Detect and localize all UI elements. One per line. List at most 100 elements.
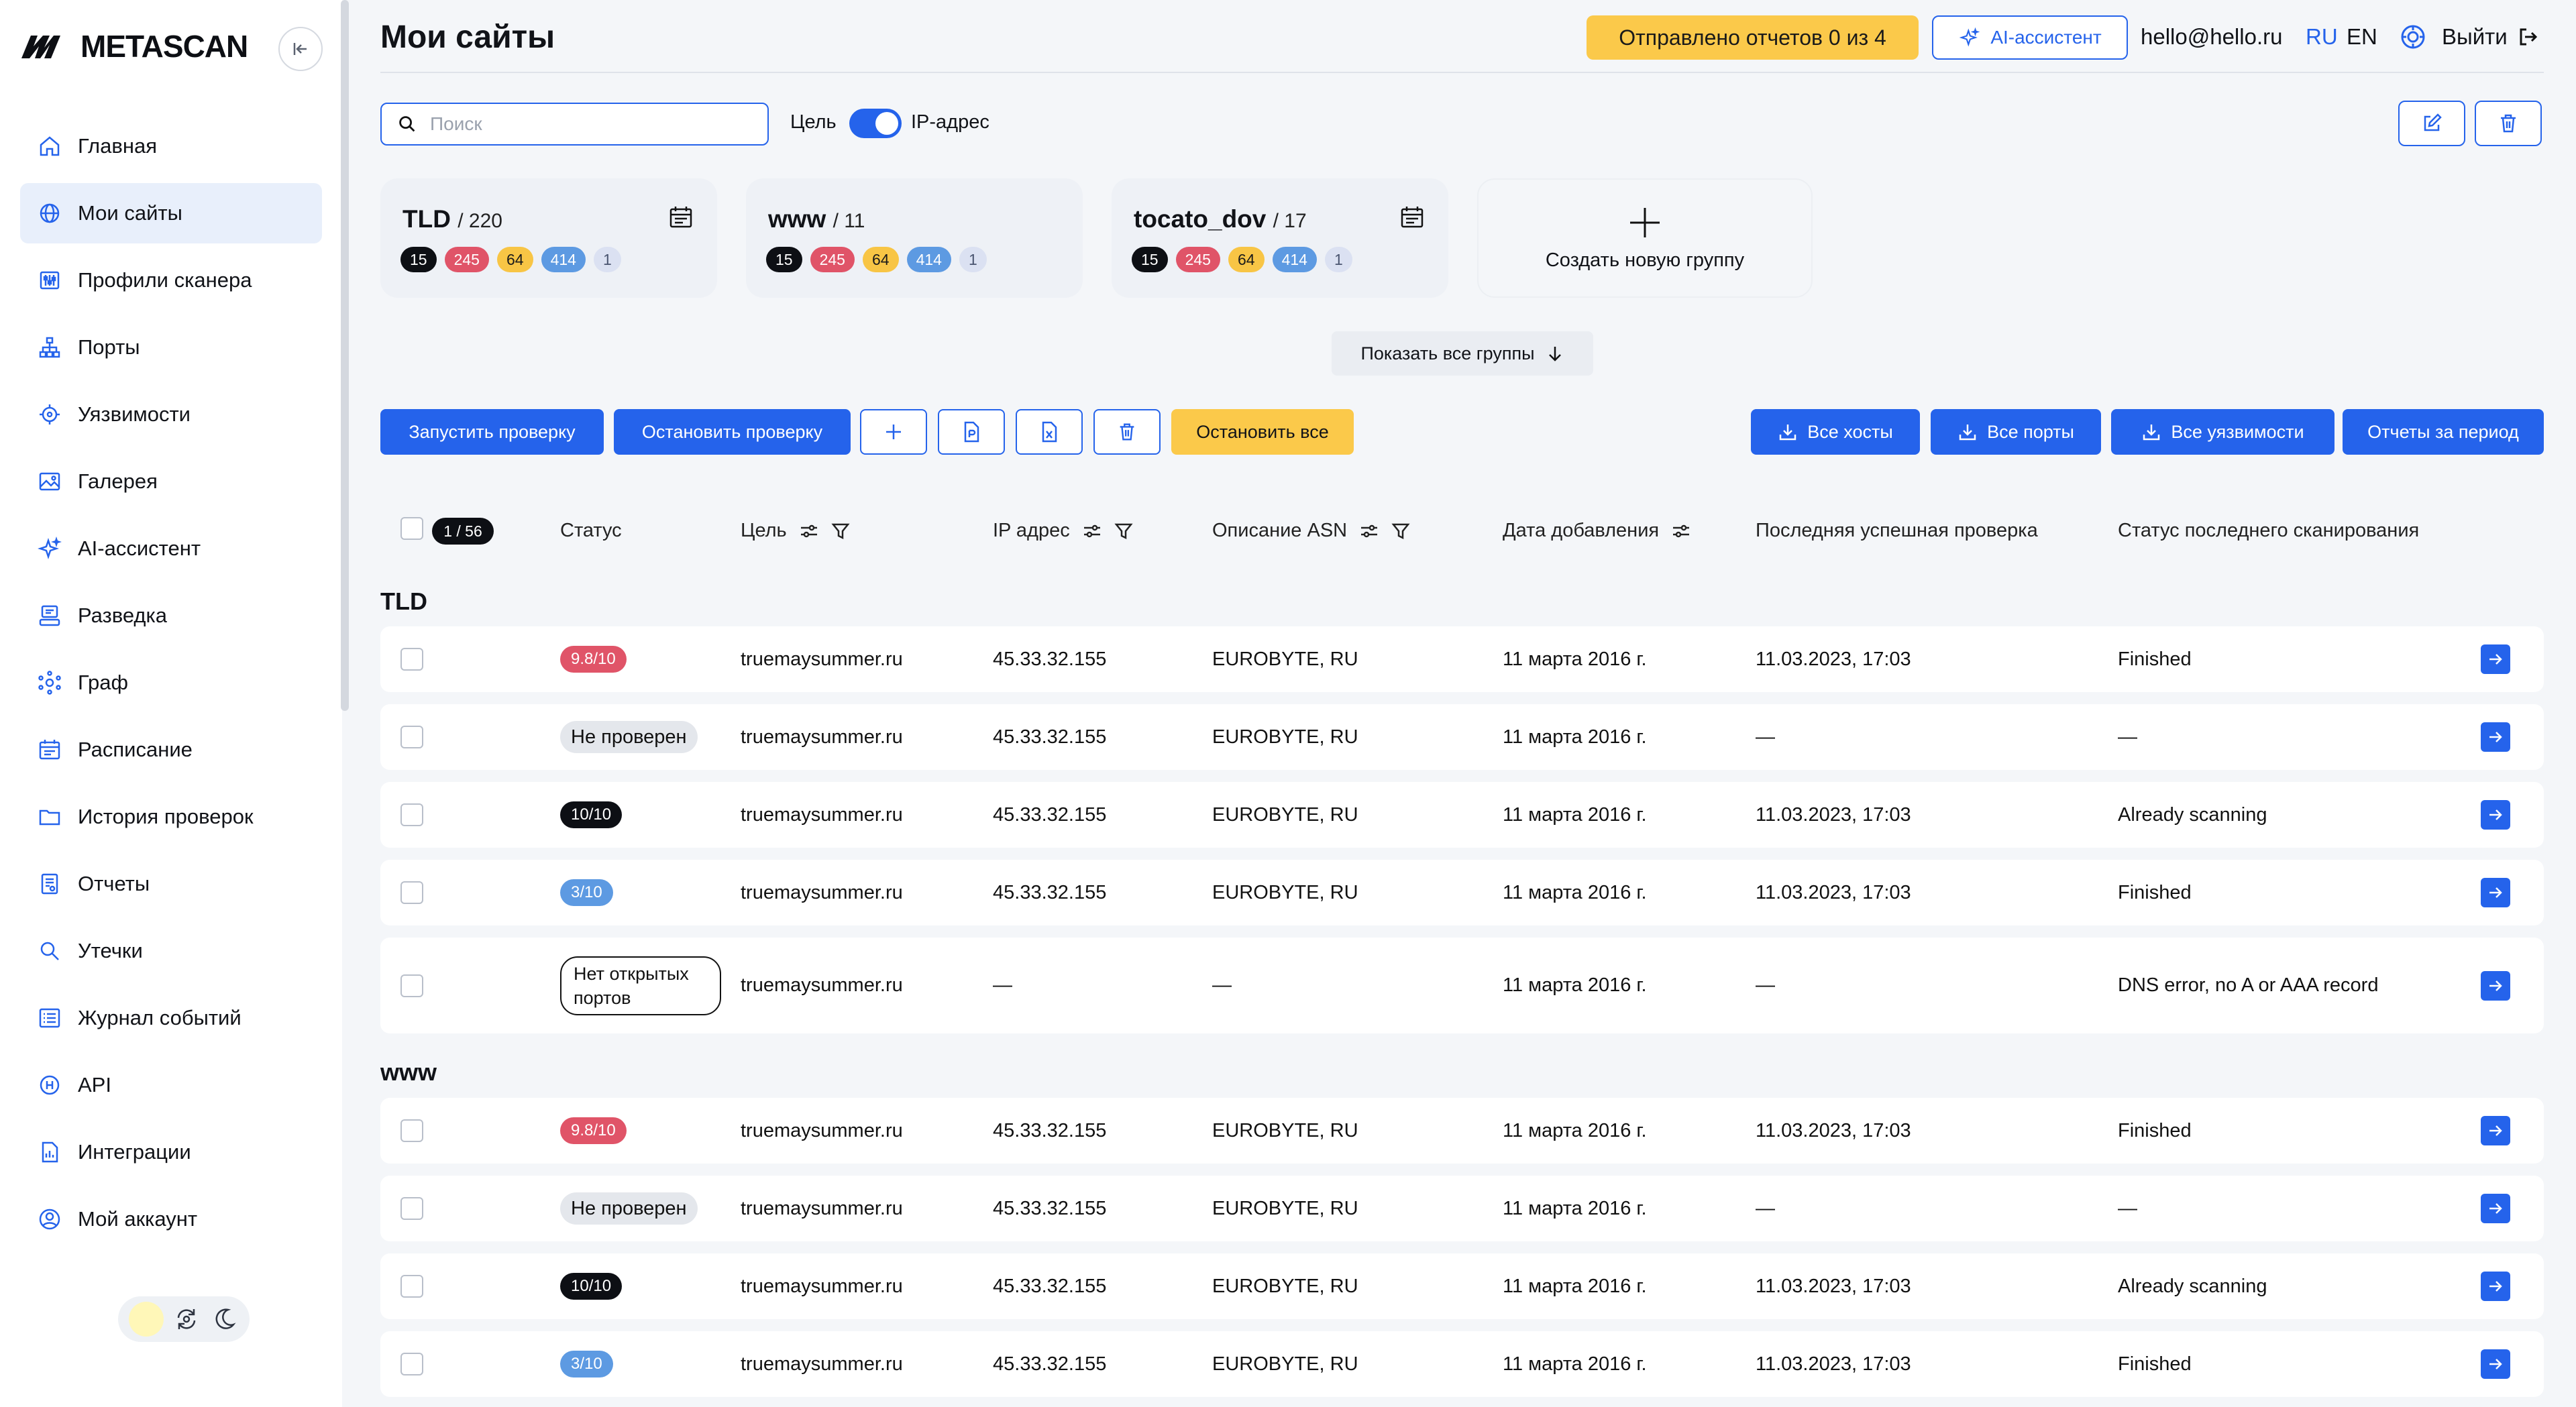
target-cell[interactable]: truemaysummer.ru — [741, 1331, 903, 1397]
lang-en-link[interactable]: EN — [2347, 24, 2377, 50]
collapse-sidebar-button[interactable] — [278, 27, 323, 71]
row-checkbox[interactable] — [400, 803, 423, 826]
sort-icon[interactable] — [1082, 522, 1102, 540]
column-header-asn[interactable]: Описание ASN — [1212, 520, 1410, 542]
sidebar-item-graph[interactable]: Граф — [20, 653, 322, 713]
period-reports-button[interactable]: Отчеты за период — [2343, 409, 2544, 455]
delete-selected-button[interactable] — [1093, 409, 1161, 455]
open-details-button[interactable] — [2481, 722, 2510, 752]
sidebar-item-scanner-profiles[interactable]: Профили сканера — [20, 250, 322, 311]
sidebar-item-ports[interactable]: Порты — [20, 317, 322, 378]
create-group-card[interactable]: Создать новую группу — [1477, 178, 1813, 298]
auto-theme-icon[interactable] — [172, 1304, 201, 1334]
theme-switch[interactable] — [118, 1296, 250, 1342]
sidebar-item-scan-history[interactable]: История проверок — [20, 787, 322, 847]
filter-icon[interactable] — [831, 522, 850, 541]
settings-icon[interactable] — [2399, 23, 2427, 51]
all-hosts-button[interactable]: Все хосты — [1751, 409, 1920, 455]
sidebar-item-home[interactable]: Главная — [20, 116, 322, 176]
sidebar-scrollbar[interactable] — [341, 0, 349, 711]
open-details-button[interactable] — [2481, 1272, 2510, 1301]
add-button[interactable] — [860, 409, 927, 455]
logo[interactable]: METASCAN — [20, 29, 248, 64]
table-row[interactable]: 10/10 truemaysummer.ru 45.33.32.155 EUROBYT… — [380, 782, 2544, 848]
filter-icon[interactable] — [1391, 522, 1410, 541]
row-checkbox[interactable] — [400, 974, 423, 997]
column-header-last-success[interactable]: Последняя успешная проверка — [1756, 520, 2038, 542]
all-vulns-button[interactable]: Все уязвимости — [2111, 409, 2334, 455]
open-details-button[interactable] — [2481, 878, 2510, 907]
sort-icon[interactable] — [1359, 522, 1379, 540]
sidebar-item-api[interactable]: API — [20, 1055, 322, 1115]
open-details-button[interactable] — [2481, 644, 2510, 674]
table-row[interactable]: 9.8/10 truemaysummer.ru 45.33.32.155 EUROBY… — [380, 1098, 2544, 1164]
open-details-button[interactable] — [2481, 1194, 2510, 1223]
show-all-groups-button[interactable]: Показать все группы — [1332, 331, 1593, 376]
target-cell[interactable]: truemaysummer.ru — [741, 782, 903, 848]
row-checkbox[interactable] — [400, 1197, 423, 1220]
target-cell[interactable]: truemaysummer.ru — [741, 1176, 903, 1241]
delete-button[interactable] — [2475, 101, 2542, 146]
search-input[interactable] — [429, 113, 751, 135]
ai-assistant-button[interactable]: AI-ассистент — [1932, 15, 2128, 60]
row-checkbox[interactable] — [400, 1119, 423, 1142]
logout-link[interactable]: Выйти — [2442, 24, 2538, 50]
sun-icon[interactable] — [129, 1302, 164, 1337]
all-ports-button[interactable]: Все порты — [1931, 409, 2101, 455]
column-header-ip[interactable]: IP адрес — [993, 520, 1133, 542]
table-row[interactable]: Нет открытых портов truemaysummer.ru — — 11 … — [380, 938, 2544, 1033]
open-details-button[interactable] — [2481, 970, 2510, 1001]
column-header-date-added[interactable]: Дата добавления — [1503, 520, 1691, 542]
sidebar-item-event-log[interactable]: Журнал событий — [20, 988, 322, 1048]
target-cell[interactable]: truemaysummer.ru — [741, 626, 903, 692]
moon-icon[interactable] — [209, 1304, 239, 1334]
sidebar-item-my-sites[interactable]: Мои сайты — [20, 183, 322, 243]
target-ip-toggle[interactable] — [849, 109, 902, 138]
target-cell[interactable]: truemaysummer.ru — [741, 1253, 903, 1319]
export-excel-button[interactable] — [1016, 409, 1083, 455]
edit-button[interactable] — [2398, 101, 2465, 146]
sort-icon[interactable] — [1671, 522, 1691, 540]
table-row[interactable]: 10/10 truemaysummer.ru 45.33.32.155 EUROBYT… — [380, 1253, 2544, 1319]
group-card-www[interactable]: www / 11 15 245 64 414 1 — [746, 178, 1083, 298]
filter-icon[interactable] — [1114, 522, 1133, 541]
table-row[interactable]: 9.8/10 truemaysummer.ru 45.33.32.155 EUROBY… — [380, 626, 2544, 692]
row-checkbox[interactable] — [400, 1275, 423, 1298]
sidebar-item-vulnerabilities[interactable]: Уязвимости — [20, 384, 322, 445]
start-scan-button[interactable]: Запустить проверку — [380, 409, 604, 455]
row-checkbox[interactable] — [400, 1353, 423, 1375]
sidebar-item-integrations[interactable]: Интеграции — [20, 1122, 322, 1182]
sidebar-item-my-account[interactable]: Мой аккаунт — [20, 1189, 322, 1249]
calendar-icon[interactable] — [667, 204, 694, 231]
sidebar-item-gallery[interactable]: Галерея — [20, 451, 322, 512]
row-checkbox[interactable] — [400, 881, 423, 904]
open-details-button[interactable] — [2481, 800, 2510, 830]
sort-icon[interactable] — [799, 522, 819, 540]
column-header-scan-status[interactable]: Статус последнего сканирования — [2118, 520, 2419, 542]
calendar-icon[interactable] — [1399, 204, 1426, 231]
table-row[interactable]: 3/10 truemaysummer.ru 45.33.32.155 EUROBYTE… — [380, 1331, 2544, 1397]
group-card-tld[interactable]: TLD / 220 15 245 64 414 1 — [380, 178, 717, 298]
sidebar-item-ai-assistant[interactable]: AI-ассистент — [20, 518, 322, 579]
open-details-button[interactable] — [2481, 1349, 2510, 1379]
target-cell[interactable]: truemaysummer.ru — [741, 938, 903, 1033]
table-row[interactable]: 3/10 truemaysummer.ru 45.33.32.155 EUROBYTE… — [380, 860, 2544, 925]
row-checkbox[interactable] — [400, 648, 423, 671]
target-cell[interactable]: truemaysummer.ru — [741, 1098, 903, 1164]
sidebar-item-recon[interactable]: Разведка — [20, 585, 322, 646]
table-row[interactable]: Не проверен truemaysummer.ru 45.33.32.155 E… — [380, 704, 2544, 770]
select-all-checkbox[interactable] — [400, 517, 423, 540]
stop-all-button[interactable]: Остановить все — [1171, 409, 1354, 455]
sidebar-item-schedule[interactable]: Расписание — [20, 720, 322, 780]
open-details-button[interactable] — [2481, 1116, 2510, 1145]
target-cell[interactable]: truemaysummer.ru — [741, 860, 903, 925]
sidebar-item-reports[interactable]: Отчеты — [20, 854, 322, 914]
lang-ru-link[interactable]: RU — [2306, 24, 2338, 50]
group-card-tocato-dov[interactable]: tocato_dov / 17 15 245 64 414 1 — [1112, 178, 1448, 298]
search-box[interactable] — [380, 103, 769, 146]
sidebar-item-leaks[interactable]: Утечки — [20, 921, 322, 981]
column-header-target[interactable]: Цель — [741, 520, 850, 542]
table-row[interactable]: Не проверен truemaysummer.ru 45.33.32.155 E… — [380, 1176, 2544, 1241]
stop-scan-button[interactable]: Остановить проверку — [614, 409, 851, 455]
row-checkbox[interactable] — [400, 726, 423, 748]
